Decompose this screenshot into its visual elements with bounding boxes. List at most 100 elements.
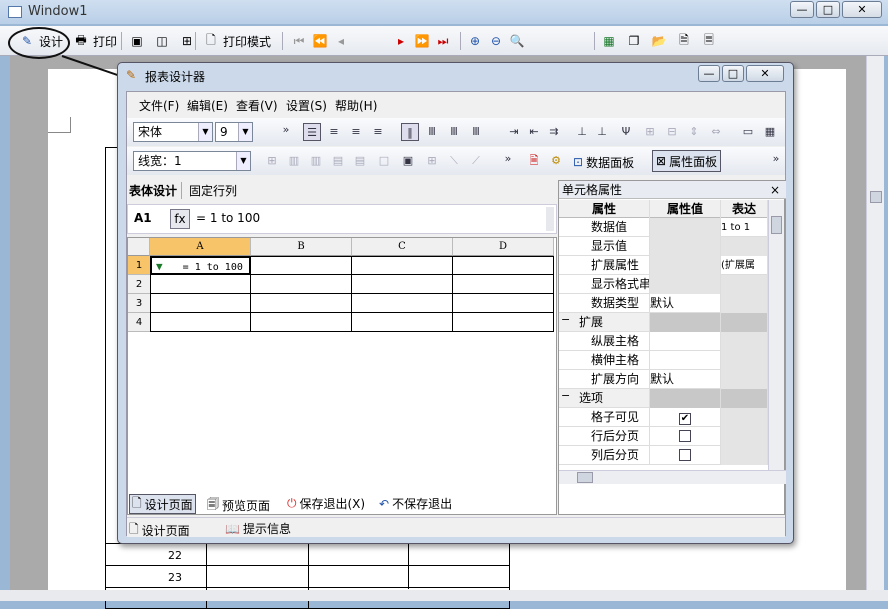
diag-down-icon[interactable]: ⟍: [445, 152, 463, 170]
cell-c3[interactable]: [352, 294, 453, 313]
property-row[interactable]: 列后分页: [559, 446, 768, 465]
nosave-exit-button[interactable]: ↶ 不保存退出: [379, 495, 452, 512]
tab-fixed-rows[interactable]: 固定行列: [189, 182, 237, 199]
property-row[interactable]: 横伸主格: [559, 351, 768, 370]
property-expression[interactable]: [721, 351, 768, 370]
border-all-icon[interactable]: ⊞: [263, 152, 281, 170]
property-value[interactable]: [650, 313, 721, 332]
property-expression[interactable]: [721, 408, 768, 427]
property-value[interactable]: [650, 237, 721, 256]
property-value[interactable]: [650, 351, 721, 370]
property-panel-button[interactable]: ⊠ 属性面板: [652, 150, 722, 172]
minimize-button[interactable]: —: [790, 1, 814, 18]
border-left-icon[interactable]: ▥: [285, 152, 303, 170]
property-row[interactable]: 显示值: [559, 237, 768, 256]
insert-row-icon[interactable]: ⇥: [505, 123, 523, 141]
last-page-icon[interactable]: ⏭: [434, 32, 452, 50]
cell-d1[interactable]: [453, 256, 554, 275]
table-icon[interactable]: ▦: [761, 123, 779, 141]
font-name-select[interactable]: 宋体 ▼: [133, 122, 213, 142]
diag-up-icon[interactable]: ⟋: [467, 152, 485, 170]
zoom-out-icon[interactable]: ⊖: [487, 32, 505, 50]
append-row-icon[interactable]: ⇤: [525, 123, 543, 141]
property-group[interactable]: − 选项: [559, 389, 768, 408]
cell-a2[interactable]: [150, 275, 251, 294]
column-header-c[interactable]: C: [352, 238, 453, 256]
cell-c1[interactable]: [352, 256, 453, 275]
append-col-icon[interactable]: ⊥: [593, 123, 611, 141]
property-row[interactable]: 数据类型 默认: [559, 294, 768, 313]
edit-document-icon[interactable]: 🗏: [700, 32, 718, 50]
menu-view[interactable]: 查看(V): [236, 97, 278, 114]
print-mode-button[interactable]: 🗋 打印模式: [202, 30, 271, 52]
menu-edit[interactable]: 编辑(E): [187, 97, 228, 114]
cell-b3[interactable]: [251, 294, 352, 313]
more-icon[interactable]: »: [767, 150, 785, 168]
properties-close-icon[interactable]: ×: [770, 181, 780, 199]
property-value[interactable]: [650, 256, 721, 275]
column-header-a[interactable]: A: [150, 238, 251, 256]
align-justify-icon[interactable]: ☰: [303, 123, 321, 141]
cell-b2[interactable]: [251, 275, 352, 294]
fx-button[interactable]: fx: [170, 209, 190, 229]
document-icon[interactable]: 🗎: [675, 32, 693, 50]
cell-a1[interactable]: ▼ = 1 to 100: [150, 256, 251, 275]
property-row[interactable]: 纵展主格: [559, 332, 768, 351]
align-center-icon[interactable]: ≡: [347, 123, 365, 141]
property-expression[interactable]: [721, 237, 768, 256]
property-value[interactable]: 默认: [650, 294, 721, 313]
cell-c4[interactable]: [352, 313, 453, 332]
row-header-1[interactable]: 1: [128, 256, 150, 275]
border-bottom-icon[interactable]: ▤: [351, 152, 369, 170]
first-page-icon[interactable]: ⏮: [290, 32, 308, 50]
data-panel-button[interactable]: ⊡ 数据面板: [573, 152, 634, 172]
cell-d2[interactable]: [453, 275, 554, 294]
valign-top-icon[interactable]: Ⅲ: [423, 123, 441, 141]
zoom-in-icon[interactable]: ⊕: [466, 32, 484, 50]
property-value[interactable]: [650, 275, 721, 294]
property-expression[interactable]: [721, 427, 768, 446]
property-expression[interactable]: [721, 313, 768, 332]
property-expression[interactable]: [721, 446, 768, 465]
property-row[interactable]: 格子可见 ✔: [559, 408, 768, 427]
property-row[interactable]: 显示格式串: [559, 275, 768, 294]
next-fast-icon[interactable]: ⏩: [413, 32, 431, 50]
vertical-scrollbar[interactable]: [866, 56, 884, 596]
property-value[interactable]: ✔: [650, 408, 721, 427]
align-left-icon[interactable]: ≡: [325, 123, 343, 141]
next-page-icon[interactable]: ▸: [392, 32, 410, 50]
insert-col-icon[interactable]: ⊥: [573, 123, 591, 141]
property-row[interactable]: 扩展方向 默认: [559, 370, 768, 389]
merge-icon[interactable]: ⊞: [641, 123, 659, 141]
properties-vscroll[interactable]: [768, 200, 784, 470]
print-button[interactable]: 🖶 打印: [72, 30, 117, 52]
font-size-select[interactable]: 9 ▼: [215, 122, 253, 142]
property-expression[interactable]: [721, 294, 768, 313]
col-width-icon[interactable]: ⇔: [707, 123, 725, 141]
menu-file[interactable]: 文件(F): [139, 97, 179, 114]
property-value[interactable]: [650, 446, 721, 465]
row-header-3[interactable]: 3: [128, 294, 150, 313]
excel-export-icon[interactable]: ▦: [600, 32, 618, 50]
double-page-icon[interactable]: ◫: [153, 32, 171, 50]
checkbox[interactable]: [679, 449, 691, 461]
property-value[interactable]: [650, 332, 721, 351]
copy-icon[interactable]: ❐: [625, 32, 643, 50]
property-row[interactable]: 数据值 1 to 1: [559, 218, 768, 237]
valign-middle-icon[interactable]: Ⅲ: [445, 123, 463, 141]
horizontal-scrollbar[interactable]: [0, 590, 888, 601]
tab-body-design[interactable]: 表体设计: [129, 182, 183, 199]
line-width-select[interactable]: 线宽：1 ▼: [133, 151, 251, 171]
property-value[interactable]: [650, 427, 721, 446]
property-value[interactable]: 默认: [650, 370, 721, 389]
property-expression[interactable]: [721, 370, 768, 389]
align-right-icon[interactable]: ≡: [369, 123, 387, 141]
property-group[interactable]: − 扩展: [559, 313, 768, 332]
menu-help[interactable]: 帮助(H): [335, 97, 377, 114]
cell-a4[interactable]: [150, 313, 251, 332]
freeze-icon[interactable]: ▭: [739, 123, 757, 141]
row-header-2[interactable]: 2: [128, 275, 150, 294]
more-icon[interactable]: »: [277, 121, 295, 139]
border-right-icon[interactable]: ▥: [307, 152, 325, 170]
single-page-icon[interactable]: ▣: [128, 32, 146, 50]
